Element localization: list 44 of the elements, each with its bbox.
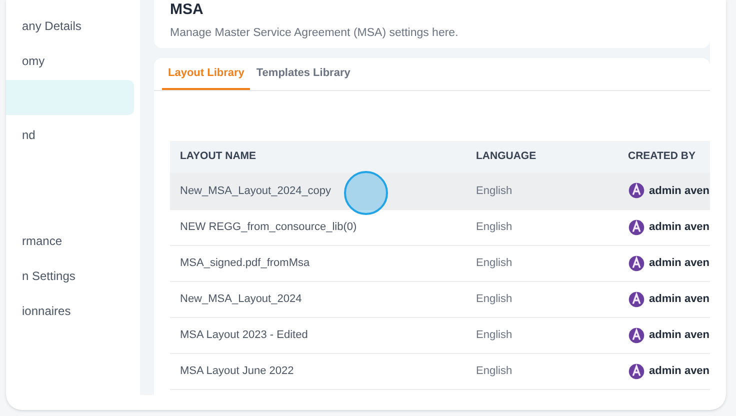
click-indicator — [344, 171, 388, 215]
layout-name: MSA Layout June 2022 — [180, 364, 294, 377]
table-row[interactable]: MSA_signed.pdf_fromMsa English admin aven — [170, 245, 710, 281]
avatar-icon — [628, 290, 645, 308]
avatar-icon — [628, 218, 645, 236]
avatar-icon — [628, 182, 645, 200]
creator-name: admin aven — [649, 364, 710, 379]
column-header: CREATED BY — [618, 141, 710, 173]
layout-name: NEW REGG_from_consource_lib(0) — [180, 220, 357, 233]
sidebar-item[interactable]: any Details — [6, 8, 134, 43]
sidebar-item[interactable] — [6, 80, 134, 115]
creator-name: admin aven — [649, 256, 710, 271]
sidebar-item[interactable]: omy — [6, 43, 134, 78]
layout-name: MSA Layout 2023 - Edited — [180, 328, 308, 341]
avatar-icon — [628, 254, 645, 272]
layout-name: New_MSA_Layout_2024_copy — [180, 184, 332, 196]
avatar-icon — [628, 326, 645, 344]
language: English — [476, 184, 512, 196]
page-subtitle: Manage Master Service Agreement (MSA) settings here. — [170, 26, 460, 41]
table-row[interactable]: New_MSA_Layout_2024_copy English admin aven — [170, 173, 710, 209]
sidebar-item[interactable]: n Settings — [6, 258, 134, 293]
page-title: MSA — [170, 2, 204, 17]
language: English — [476, 364, 512, 377]
creator-name: admin aven — [649, 220, 710, 235]
column-header: LANGUAGE — [466, 141, 618, 173]
language: English — [476, 292, 512, 305]
sidebar-item[interactable]: rmance — [6, 223, 134, 258]
table-row[interactable]: MSA Layout June 2022 English admin aven — [170, 353, 710, 389]
language: English — [476, 328, 512, 341]
table-row[interactable]: NEW REGG_from_consource_lib(0) English admin aven — [170, 209, 710, 245]
column-header: LAYOUT NAME — [170, 141, 466, 173]
creator-name: admin aven — [649, 184, 710, 198]
language: English — [476, 220, 512, 233]
language: English — [476, 256, 512, 269]
creator-name: admin aven — [649, 292, 710, 307]
sidebar-item[interactable]: nd — [6, 117, 134, 152]
sidebar-item[interactable]: ionnaires — [6, 293, 134, 328]
avatar-icon — [628, 362, 645, 380]
creator-name: admin aven — [649, 328, 710, 343]
layout-name: New_MSA_Layout_2024 — [180, 292, 302, 305]
table-row[interactable]: MSA Layout 2023 - Edited English admin aven — [170, 317, 710, 353]
table-row[interactable]: New_MSA_Layout_2024 English admin aven — [170, 281, 710, 317]
layout-name: MSA_signed.pdf_fromMsa — [180, 256, 310, 269]
tab[interactable]: Templates Library — [250, 58, 356, 90]
